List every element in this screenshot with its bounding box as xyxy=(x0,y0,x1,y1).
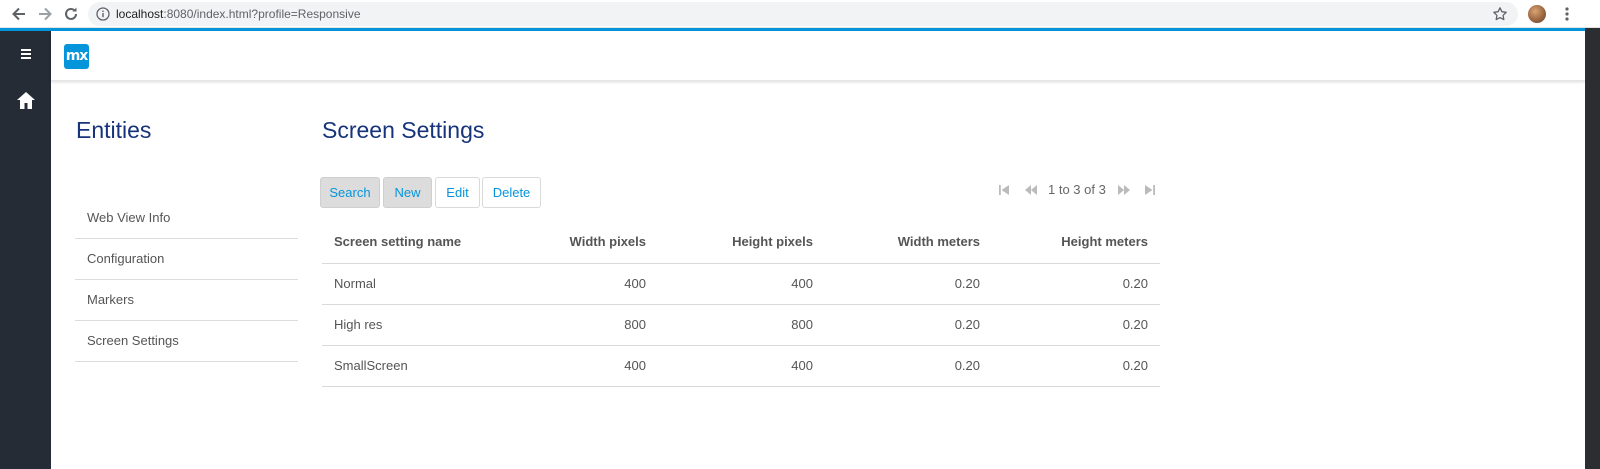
column-header-name[interactable]: Screen setting name xyxy=(322,221,528,264)
cell-height-pixels: 400 xyxy=(658,345,825,387)
entities-menu: Web View Info Configuration Markers Scre… xyxy=(75,198,298,362)
url-path: :8080/index.html?profile=Responsive xyxy=(163,7,361,21)
menu-item-web-view-info[interactable]: Web View Info xyxy=(75,198,298,239)
profile-avatar[interactable] xyxy=(1528,5,1546,23)
entities-heading: Entities xyxy=(76,117,152,143)
edit-button[interactable]: Edit xyxy=(435,177,480,208)
cell-name: Normal xyxy=(322,263,528,305)
url-host: localhost xyxy=(116,7,164,21)
reload-icon[interactable] xyxy=(61,4,81,24)
window-edge xyxy=(1585,28,1600,469)
next-page-icon[interactable] xyxy=(1117,183,1131,197)
url-text: localhost:8080/index.html?profile=Respon… xyxy=(116,7,361,21)
screen-settings-table: Screen setting name Width pixels Height … xyxy=(322,221,1160,387)
column-header-width-meters[interactable]: Width meters xyxy=(825,221,992,264)
search-button[interactable]: Search xyxy=(320,177,380,208)
browser-toolbar: localhost:8080/index.html?profile=Respon… xyxy=(0,0,1600,28)
cell-height-meters: 0.20 xyxy=(992,263,1160,305)
table-row[interactable]: Normal 400 400 0.20 0.20 xyxy=(322,263,1160,305)
table-row[interactable]: High res 800 800 0.20 0.20 xyxy=(322,304,1160,346)
last-page-icon[interactable] xyxy=(1143,183,1157,197)
cell-width-meters: 0.20 xyxy=(825,304,992,346)
sidebar xyxy=(0,31,51,469)
menu-item-screen-settings[interactable]: Screen Settings xyxy=(75,321,298,362)
star-icon[interactable] xyxy=(1492,6,1508,22)
cell-width-meters: 0.20 xyxy=(825,263,992,305)
first-page-icon[interactable] xyxy=(997,183,1011,197)
column-header-height-pixels[interactable]: Height pixels xyxy=(658,221,825,264)
cell-height-meters: 0.20 xyxy=(992,304,1160,346)
column-header-height-meters[interactable]: Height meters xyxy=(992,221,1160,264)
app-header: mx xyxy=(51,31,1585,81)
address-bar[interactable]: localhost:8080/index.html?profile=Respon… xyxy=(88,2,1518,26)
cell-height-pixels: 400 xyxy=(658,263,825,305)
page-title: Screen Settings xyxy=(322,117,485,143)
column-header-width-pixels[interactable]: Width pixels xyxy=(528,221,658,264)
cell-name: SmallScreen xyxy=(322,345,528,387)
pagination: 1 to 3 of 3 xyxy=(997,179,1163,201)
table-row[interactable]: SmallScreen 400 400 0.20 0.20 xyxy=(322,345,1160,387)
hamburger-icon[interactable] xyxy=(15,43,37,65)
cell-width-pixels: 800 xyxy=(528,304,658,346)
pager-status: 1 to 3 of 3 xyxy=(1048,182,1106,197)
main-content: mx Entities Web View Info Configuration … xyxy=(51,31,1585,469)
cell-width-meters: 0.20 xyxy=(825,345,992,387)
more-options-icon[interactable] xyxy=(1560,5,1574,23)
app-logo[interactable]: mx xyxy=(64,44,89,69)
cell-name: High res xyxy=(322,304,528,346)
previous-page-icon[interactable] xyxy=(1024,183,1038,197)
info-icon[interactable] xyxy=(96,7,110,21)
cell-width-pixels: 400 xyxy=(528,263,658,305)
cell-width-pixels: 400 xyxy=(528,345,658,387)
new-button[interactable]: New xyxy=(383,177,432,208)
arrow-left-icon[interactable] xyxy=(9,4,29,24)
arrow-right-icon[interactable] xyxy=(35,4,55,24)
cell-height-meters: 0.20 xyxy=(992,345,1160,387)
menu-item-markers[interactable]: Markers xyxy=(75,280,298,321)
menu-item-configuration[interactable]: Configuration xyxy=(75,239,298,280)
delete-button[interactable]: Delete xyxy=(482,177,541,208)
cell-height-pixels: 800 xyxy=(658,304,825,346)
home-icon[interactable] xyxy=(15,90,37,112)
table-header-row: Screen setting name Width pixels Height … xyxy=(322,221,1160,264)
